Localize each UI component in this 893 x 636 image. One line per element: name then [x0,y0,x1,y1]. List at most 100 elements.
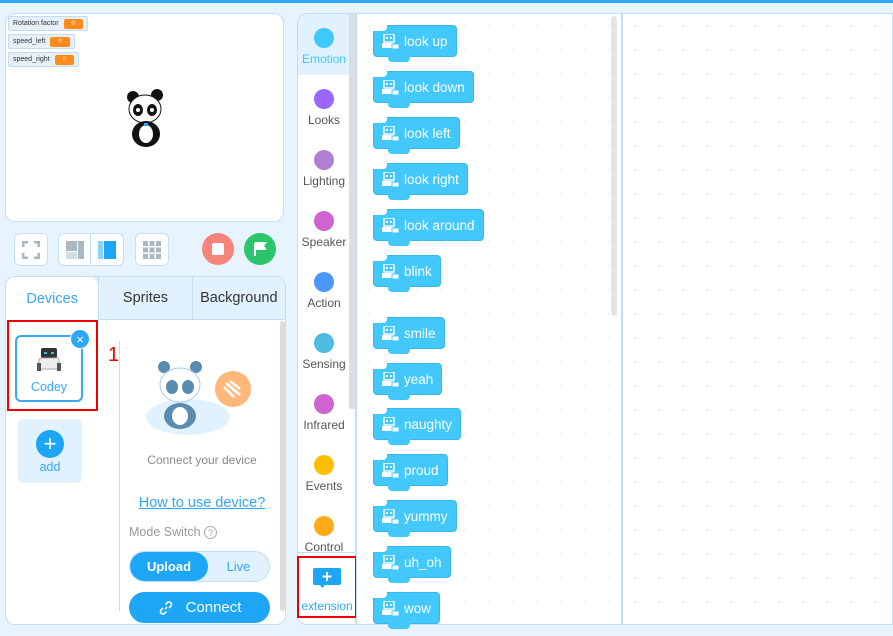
monitor-speed-left: speed_left 0 [8,34,75,49]
tab-devices[interactable]: Devices [6,277,99,320]
annotation-box-2 [297,556,357,618]
mode-live[interactable]: Live [208,552,269,581]
block-label: wow [404,600,432,616]
category-sensing[interactable]: Sensing [298,319,350,380]
category-dot-icon [314,272,334,292]
category-events[interactable]: Events [298,441,350,502]
block-wow[interactable]: wow [373,592,441,629]
disconnected-panda-illustration [146,361,251,435]
mode-label: Mode Switch [129,525,201,539]
category-looks[interactable]: Looks [298,75,350,136]
block-label: yummy [404,508,448,524]
category-speaker[interactable]: Speaker [298,197,350,258]
category-label: Sensing [302,357,346,371]
block-palette: look up look down look left look right look … [356,13,622,629]
add-label: add [39,460,61,474]
category-dot-icon [314,333,334,353]
block-label: smile [404,325,436,341]
stop-button[interactable] [202,233,234,265]
category-dot-icon [314,89,334,109]
block-look-down[interactable]: look down [373,71,474,108]
codey-block-icon [382,417,400,433]
help-icon[interactable]: ? [204,526,218,539]
block-look-around[interactable]: look around [373,209,484,246]
flag-icon [254,242,267,256]
mode-switch-label: Mode Switch ? [129,525,218,539]
stop-icon [212,243,224,255]
category-label: Speaker [301,235,347,249]
block-label: uh_oh [404,554,442,570]
category-emotion[interactable]: Emotion [298,14,350,75]
grid-icon [143,240,161,259]
category-list: Control Events Infrared Sensing Action Speake… [297,13,356,625]
fullscreen-icon [22,240,40,259]
category-dot-icon [314,150,334,170]
large-stage-button[interactable] [90,233,124,266]
block-uh-oh[interactable]: uh_oh [373,546,451,583]
category-label: Action [307,296,341,310]
block-label: blink [404,263,432,279]
codey-block-icon [382,601,400,617]
green-flag-button[interactable] [244,233,276,265]
block-yummy[interactable]: yummy [373,500,457,537]
block-label: look up [404,33,448,49]
mode-switch[interactable]: Upload Live [129,551,270,582]
small-stage-icon [65,240,84,259]
category-dot-icon [314,211,334,231]
monitor-label: speed_right [13,56,50,63]
block-label: naughty [404,416,453,432]
category-label: Lighting [302,174,346,188]
codey-block-icon [382,264,400,280]
codey-block-icon [382,126,400,142]
mode-upload[interactable]: Upload [130,552,208,581]
block-proud[interactable]: proud [373,454,448,491]
monitor-label: Rotation factor [13,20,59,27]
codey-block-icon [382,326,400,342]
connect-hint: Connect your device [147,453,257,467]
codey-block-icon [382,218,400,234]
annotation-number-1: 1 [108,344,120,366]
block-naughty[interactable]: naughty [373,408,462,445]
monitor-value: 0 [50,36,70,47]
category-dot-icon [314,394,334,414]
tab-background[interactable]: Background [191,277,285,320]
block-label: proud [404,462,439,478]
monitor-value: 0 [54,54,74,65]
grid-button[interactable] [135,233,169,266]
block-yeah[interactable]: yeah [373,363,443,400]
codey-block-icon [382,172,400,188]
panda-sprite[interactable] [124,88,168,150]
category-label: Events [305,479,343,493]
category-action[interactable]: Action [298,258,350,319]
palette-scrollbar[interactable] [611,16,617,316]
category-dot-icon [314,455,334,475]
block-look-left[interactable]: look left [373,117,460,154]
codey-block-icon [382,80,400,96]
block-label: look down [404,79,465,95]
tab-sprites[interactable]: Sprites [98,277,192,320]
block-smile[interactable]: smile [373,317,445,354]
small-stage-button[interactable] [58,233,91,266]
annotation-box-1 [7,320,98,411]
category-dot-icon [314,28,334,48]
fullscreen-button[interactable] [14,233,48,266]
help-link[interactable]: How to use device? [119,495,285,511]
top-bar [0,0,893,3]
connect-button[interactable]: Connect [129,592,270,623]
codey-block-icon [382,34,400,50]
codey-block-icon [382,463,400,479]
add-device-button[interactable]: + add [18,419,82,483]
block-look-right[interactable]: look right [373,163,468,200]
block-look-up[interactable]: look up [373,25,457,62]
monitor-speed-right: speed_right 0 [8,52,79,67]
stage[interactable]: Rotation factor 0 speed_left 0 speed_right… [5,13,284,222]
block-blink[interactable]: blink [373,255,441,292]
block-label: yeah [404,371,434,387]
script-area[interactable] [622,13,893,625]
codey-block-icon [382,509,400,525]
category-infrared[interactable]: Infrared [298,380,350,441]
category-scrollbar[interactable] [349,14,355,409]
category-lighting[interactable]: Lighting [298,136,350,197]
block-label: look around [404,217,475,233]
category-dot-icon [314,516,334,536]
